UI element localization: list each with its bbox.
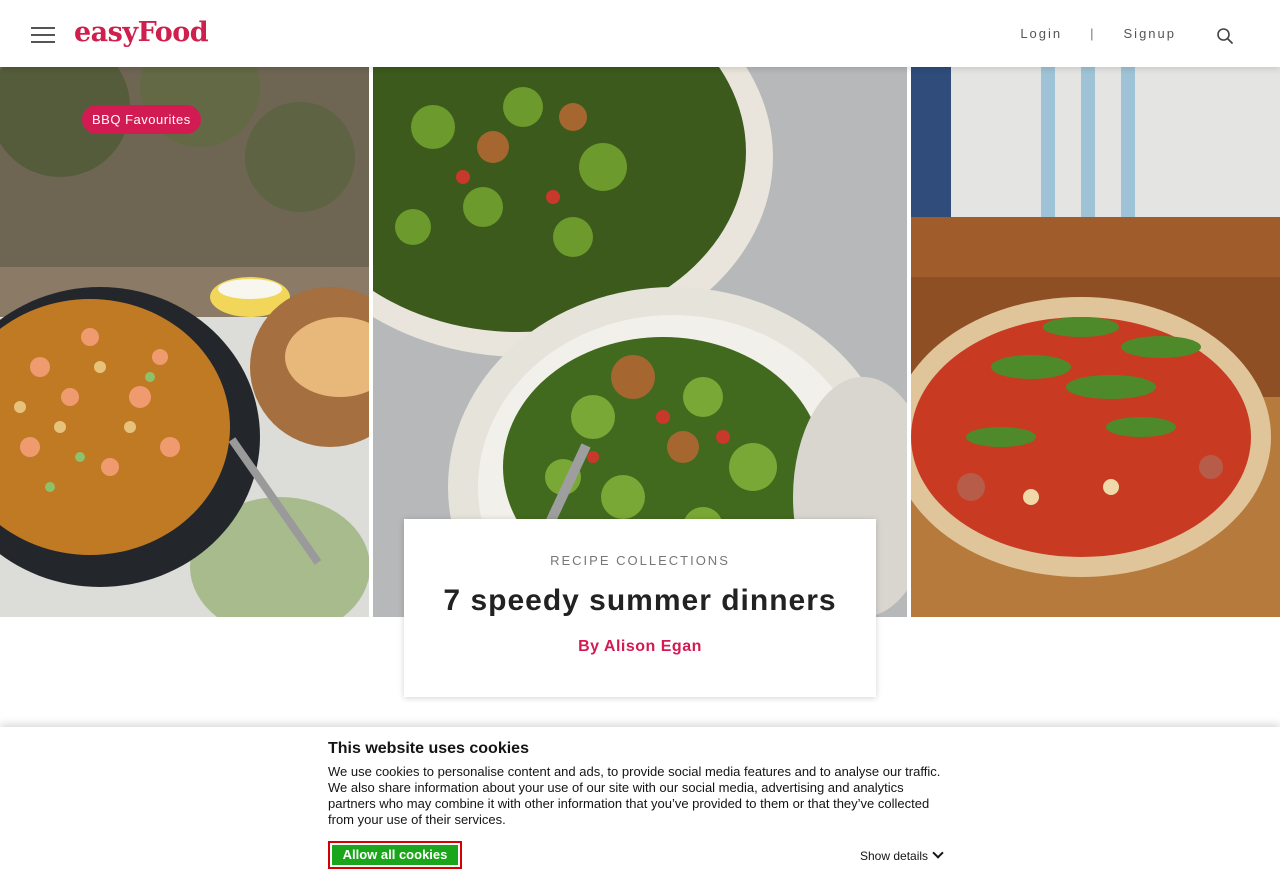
logo-text-food: Food [137,17,209,48]
article-card[interactable]: RECIPE COLLECTIONS 7 speedy summer dinne… [404,519,876,697]
allow-all-cookies-button[interactable]: Allow all cookies [328,841,462,869]
chevron-down-icon [932,847,944,859]
author-link[interactable]: By Alison Egan [578,638,702,655]
cookie-banner-title: This website uses cookies [328,740,529,757]
search-icon[interactable] [1216,27,1234,45]
nav-separator: | [1090,26,1096,41]
signup-link[interactable]: Signup [1124,26,1176,41]
login-link[interactable]: Login [1020,26,1062,41]
cookie-banner: This website uses cookies We use cookies… [0,727,1280,887]
paella-pan-photo[interactable] [0,67,369,617]
hamburger-menu-icon[interactable] [31,27,55,43]
logo-text-easy: easy [74,17,138,48]
rocket-pizza-photo[interactable] [911,67,1280,617]
auth-nav: Login | Signup [1020,26,1176,41]
tag-bbq-favourites[interactable]: BBQ Favourites [82,105,201,134]
show-details-toggle[interactable]: Show details [860,847,944,863]
article-author[interactable]: By Alison Egan [404,638,876,656]
article-title[interactable]: 7 speedy summer dinners [404,584,876,618]
allow-all-cookies-label: Allow all cookies [332,845,458,865]
cookie-banner-text: We use cookies to personalise content an… [328,764,941,827]
show-details-label: Show details [860,849,929,863]
site-logo[interactable]: easyFood [74,17,209,48]
article-category[interactable]: RECIPE COLLECTIONS [404,553,876,568]
site-header: easyFood Login | Signup [0,0,1280,67]
